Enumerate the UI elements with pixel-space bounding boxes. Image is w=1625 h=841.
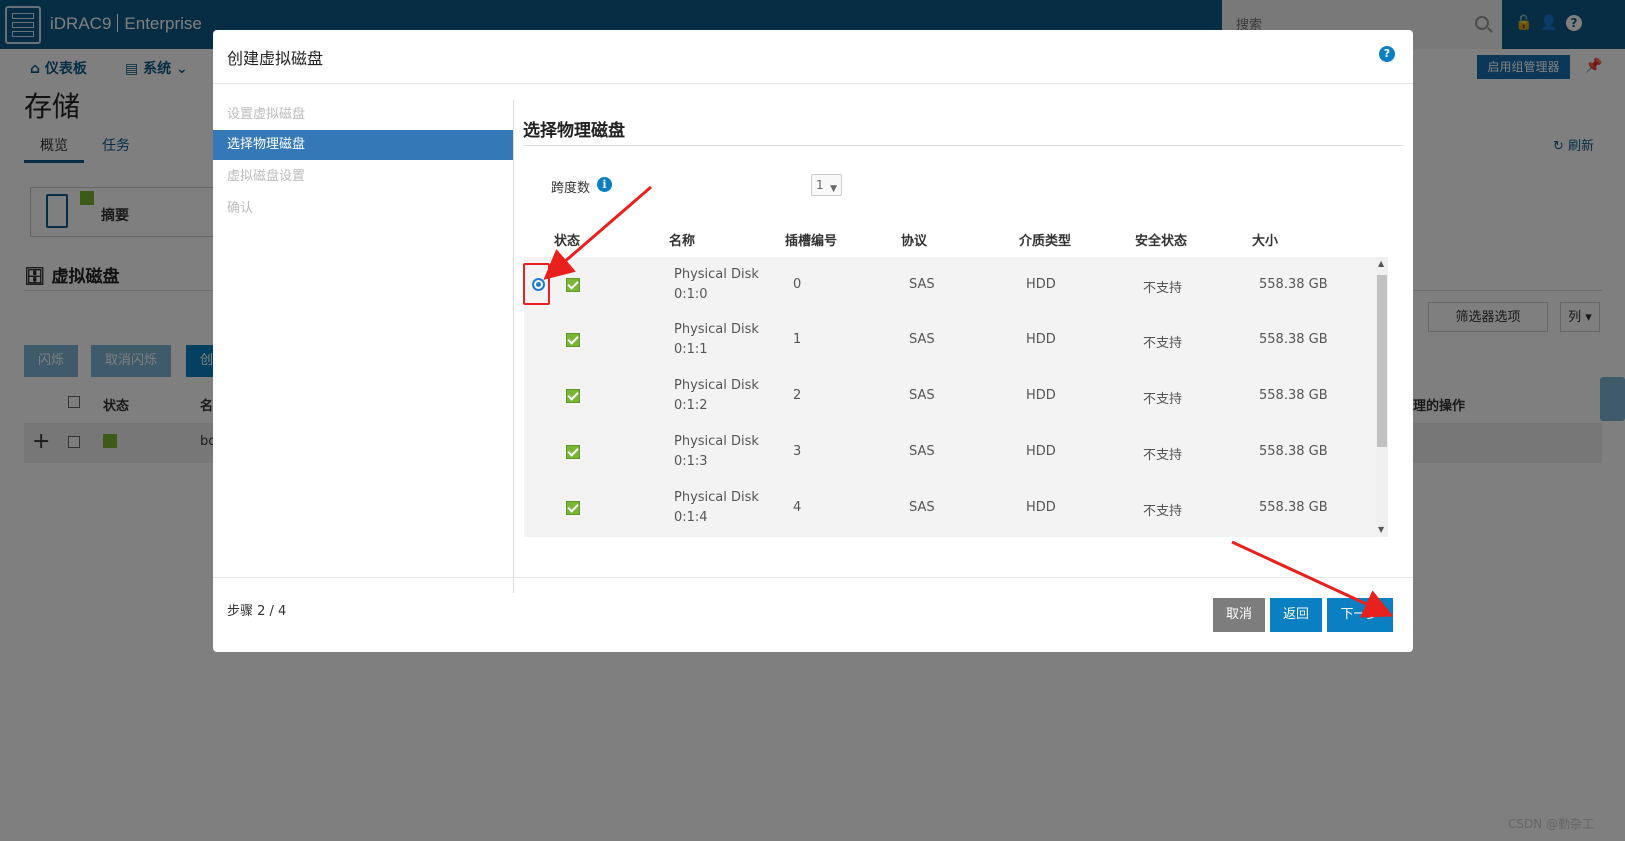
annotation-arrow-select xyxy=(543,185,652,280)
watermark: CSDN @勤杂工 xyxy=(1508,817,1595,831)
annotation-arrows xyxy=(543,185,1394,618)
annotation-arrow-next xyxy=(1231,540,1394,618)
